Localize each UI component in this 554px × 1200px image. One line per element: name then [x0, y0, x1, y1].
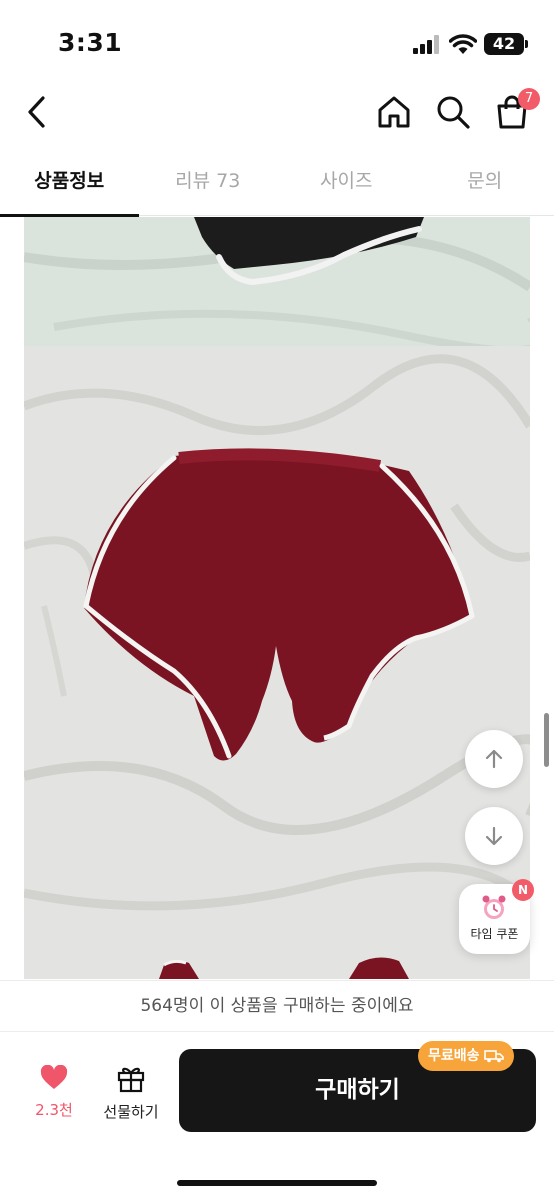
battery-tip — [525, 40, 528, 48]
product-photo-burgundy-shorts — [24, 346, 530, 853]
status-bar: 3:31 42 — [0, 0, 554, 80]
home-icon — [378, 96, 410, 128]
tab-size[interactable]: 사이즈 — [277, 150, 416, 216]
like-button[interactable]: 2.3천 — [26, 1064, 82, 1120]
coupon-new-badge: N — [512, 879, 534, 901]
wifi-icon — [449, 34, 477, 54]
tab-inquiry[interactable]: 문의 — [416, 150, 554, 216]
scroll-up-button[interactable] — [465, 730, 523, 788]
signal-icon — [413, 34, 441, 54]
product-detail-content[interactable] — [0, 217, 554, 979]
scroll-down-button[interactable] — [465, 807, 523, 865]
product-tabs: 상품정보 리뷰 73 사이즈 문의 — [0, 150, 554, 217]
product-photo-black-shorts — [24, 217, 530, 346]
search-button[interactable] — [431, 90, 475, 134]
product-photo-burgundy-shorts-2 — [24, 853, 530, 979]
tab-product-info[interactable]: 상품정보 — [0, 150, 139, 217]
search-icon — [437, 96, 470, 129]
free-shipping-badge: 무료배송 — [418, 1041, 514, 1071]
scrollbar-thumb[interactable] — [544, 713, 549, 767]
cart-count-badge: 7 — [518, 88, 540, 110]
battery-indicator: 42 — [484, 33, 524, 55]
purchase-activity-notice: 564명이 이 상품을 구매하는 중이에요 — [0, 980, 554, 1032]
gift-icon — [117, 1067, 145, 1093]
truck-icon — [483, 1050, 504, 1063]
heart-icon — [40, 1064, 68, 1089]
like-count: 2.3천 — [35, 1101, 73, 1119]
back-icon — [28, 96, 45, 128]
gift-label: 선물하기 — [103, 1103, 159, 1121]
arrow-down-icon — [485, 826, 503, 846]
alarm-clock-icon — [482, 895, 506, 919]
free-shipping-label: 무료배송 — [428, 1048, 480, 1064]
top-nav: 7 — [0, 80, 554, 144]
home-indicator — [177, 1180, 377, 1186]
home-button[interactable] — [372, 90, 416, 134]
bottom-action-bar: 2.3천 선물하기 구매하기 무료배송 — [0, 1033, 554, 1200]
status-time: 3:31 — [58, 28, 123, 57]
back-button[interactable] — [14, 90, 58, 134]
arrow-up-icon — [485, 749, 503, 769]
gift-button[interactable]: 선물하기 — [96, 1063, 166, 1122]
time-coupon-label: 타임 쿠폰 — [470, 927, 519, 941]
tab-reviews[interactable]: 리뷰 73 — [139, 150, 278, 216]
cart-button[interactable]: 7 — [490, 88, 540, 134]
